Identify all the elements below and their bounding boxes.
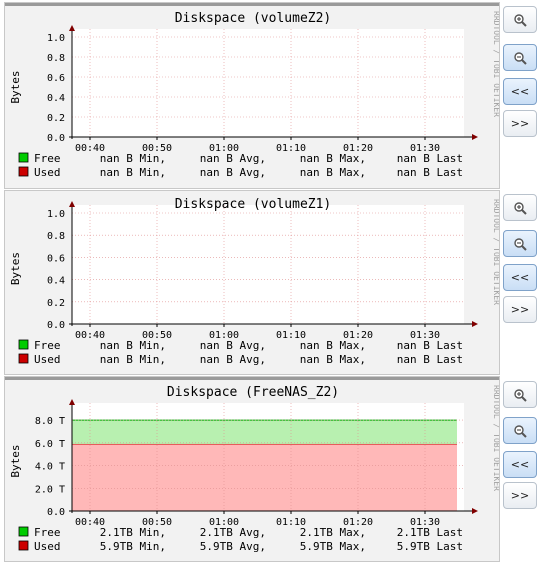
y-axis-arrow bbox=[69, 399, 75, 405]
legend-swatch-used bbox=[18, 166, 29, 177]
back-button[interactable]: << bbox=[503, 78, 537, 105]
y-axis-arrow bbox=[69, 25, 75, 31]
x-axis-arrow bbox=[472, 508, 478, 514]
graph-panel-freenas-z2: 0.0 2.0 T 4.0 T 6.0 T 8.0 T 00:40 00:50 01:00 01… bbox=[4, 376, 500, 562]
y-tick-label: 0.8 bbox=[47, 53, 65, 64]
zoom-in-icon bbox=[514, 388, 527, 402]
zoom-in-icon bbox=[514, 201, 527, 215]
y-axis-label: Bytes bbox=[9, 70, 22, 103]
zoom-in-button[interactable] bbox=[503, 194, 537, 221]
x-axis-arrow bbox=[472, 134, 478, 140]
legend-last: 2.1TB Last bbox=[397, 526, 463, 539]
legend-min: nan B Min, bbox=[100, 152, 166, 165]
y-tick-label: 4.0 T bbox=[35, 462, 65, 473]
legend-last: nan B Last bbox=[397, 152, 463, 165]
forward-button[interactable]: >> bbox=[503, 482, 537, 509]
legend-swatch-used bbox=[18, 353, 29, 364]
x-axis-arrow bbox=[472, 321, 478, 327]
back-button[interactable]: << bbox=[503, 451, 537, 478]
legend-avg: 5.9TB Avg, bbox=[200, 540, 266, 553]
y-tick-label: 0.8 bbox=[47, 231, 65, 242]
zoom-in-button[interactable] bbox=[503, 6, 537, 33]
zoom-in-icon bbox=[514, 13, 527, 27]
y-axis-arrow bbox=[69, 201, 75, 207]
legend-last: nan B Last bbox=[397, 353, 463, 366]
legend-avg: nan B Avg, bbox=[200, 152, 266, 165]
watermark: RRDTOOL / TOBI OETIKER bbox=[492, 199, 499, 305]
legend-max: nan B Max, bbox=[300, 353, 366, 366]
chart-freenas-z2: 0.02.0 T4.0 T6.0 T8.0 T00:40 00:50 01:00 01… bbox=[9, 385, 499, 553]
y-tick-label: 0.2 bbox=[47, 113, 65, 124]
y-tick-label: 2.0 T bbox=[35, 484, 65, 495]
y-tick-label: 0.6 bbox=[47, 253, 65, 264]
legend-last: nan B Last bbox=[397, 166, 463, 179]
legend-label: Free bbox=[34, 152, 61, 165]
legend-min: 5.9TB Min, bbox=[100, 540, 166, 553]
legend-max: nan B Max, bbox=[300, 166, 366, 179]
legend-max: 2.1TB Max, bbox=[300, 526, 366, 539]
y-tick-label: 0.0 bbox=[47, 507, 65, 518]
chart-title: Diskspace (FreeNAS_Z2) bbox=[167, 385, 339, 400]
legend-label: Free bbox=[34, 526, 61, 539]
legend-swatch-used bbox=[18, 540, 29, 551]
graph-panel-volumez1: 0.0 0.2 0.4 0.6 0.8 1.0 00:40 00:50 01:00 01:10 01… bbox=[4, 190, 500, 375]
y-axis-label: Bytes bbox=[9, 252, 22, 285]
zoom-out-icon bbox=[514, 237, 527, 251]
zoom-out-icon bbox=[514, 51, 527, 65]
legend-min: 2.1TB Min, bbox=[100, 526, 166, 539]
y-tick-label: 0.4 bbox=[47, 276, 65, 287]
forward-button[interactable]: >> bbox=[503, 296, 537, 323]
legend-max: nan B Max, bbox=[300, 152, 366, 165]
plot-area bbox=[72, 29, 464, 137]
y-tick-label: 0.0 bbox=[47, 133, 65, 144]
legend-avg: nan B Avg, bbox=[200, 353, 266, 366]
y-tick-label: 0.2 bbox=[47, 298, 65, 309]
watermark: RRDTOOL / TOBI OETIKER bbox=[492, 385, 499, 491]
area-free bbox=[72, 420, 457, 444]
zoom-out-button[interactable] bbox=[503, 417, 537, 444]
y-tick-label: 1.0 bbox=[47, 209, 65, 220]
back-button[interactable]: << bbox=[503, 264, 537, 291]
legend-min: nan B Min, bbox=[100, 339, 166, 352]
zoom-in-button[interactable] bbox=[503, 381, 537, 408]
chart-volumez2: 0.00.20.40.60.81.000:40 00:50 01:00 01:10 01… bbox=[9, 11, 499, 179]
legend-max: 5.9TB Max, bbox=[300, 540, 366, 553]
legend-swatch-free bbox=[18, 152, 29, 163]
zoom-out-icon bbox=[514, 424, 527, 438]
chart-title: Diskspace (volumeZ2) bbox=[175, 11, 332, 26]
y-tick-label: 0.0 bbox=[47, 320, 65, 331]
legend-label: Used bbox=[34, 166, 61, 179]
plot-area bbox=[72, 205, 464, 324]
forward-button[interactable]: >> bbox=[503, 110, 537, 137]
legend-avg: nan B Avg, bbox=[200, 339, 266, 352]
chart-title: Diskspace (volumeZ1) bbox=[175, 197, 332, 212]
legend-label: Free bbox=[34, 339, 61, 352]
legend-avg: nan B Avg, bbox=[200, 166, 266, 179]
legend-last: 5.9TB Last bbox=[397, 540, 463, 553]
y-tick-label: 0.4 bbox=[47, 93, 65, 104]
legend-swatch-free bbox=[18, 526, 29, 537]
legend-min: nan B Min, bbox=[100, 353, 166, 366]
y-axis-label: Bytes bbox=[9, 444, 22, 477]
legend-min: nan B Min, bbox=[100, 166, 166, 179]
watermark: RRDTOOL / TOBI OETIKER bbox=[492, 11, 499, 117]
chart-volumez1: 0.00.20.40.60.81.000:40 00:50 01:00 01:10 01… bbox=[9, 197, 499, 366]
y-tick-label: 1.0 bbox=[47, 33, 65, 44]
legend-label: Used bbox=[34, 540, 61, 553]
legend-avg: 2.1TB Avg, bbox=[200, 526, 266, 539]
zoom-out-button[interactable] bbox=[503, 230, 537, 257]
y-tick-label: 6.0 T bbox=[35, 439, 65, 450]
legend-label: Used bbox=[34, 353, 61, 366]
zoom-out-button[interactable] bbox=[503, 44, 537, 71]
graph-panel-volumez2: 0.0 0.2 0.4 0.6 0.8 1.0 00:40 00:50 01:00 01:10 01… bbox=[4, 2, 500, 189]
y-tick-label: 0.6 bbox=[47, 73, 65, 84]
legend-swatch-free bbox=[18, 339, 29, 350]
area-used bbox=[72, 443, 457, 511]
legend-max: nan B Max, bbox=[300, 339, 366, 352]
y-tick-label: 8.0 T bbox=[35, 416, 65, 427]
legend-last: nan B Last bbox=[397, 339, 463, 352]
